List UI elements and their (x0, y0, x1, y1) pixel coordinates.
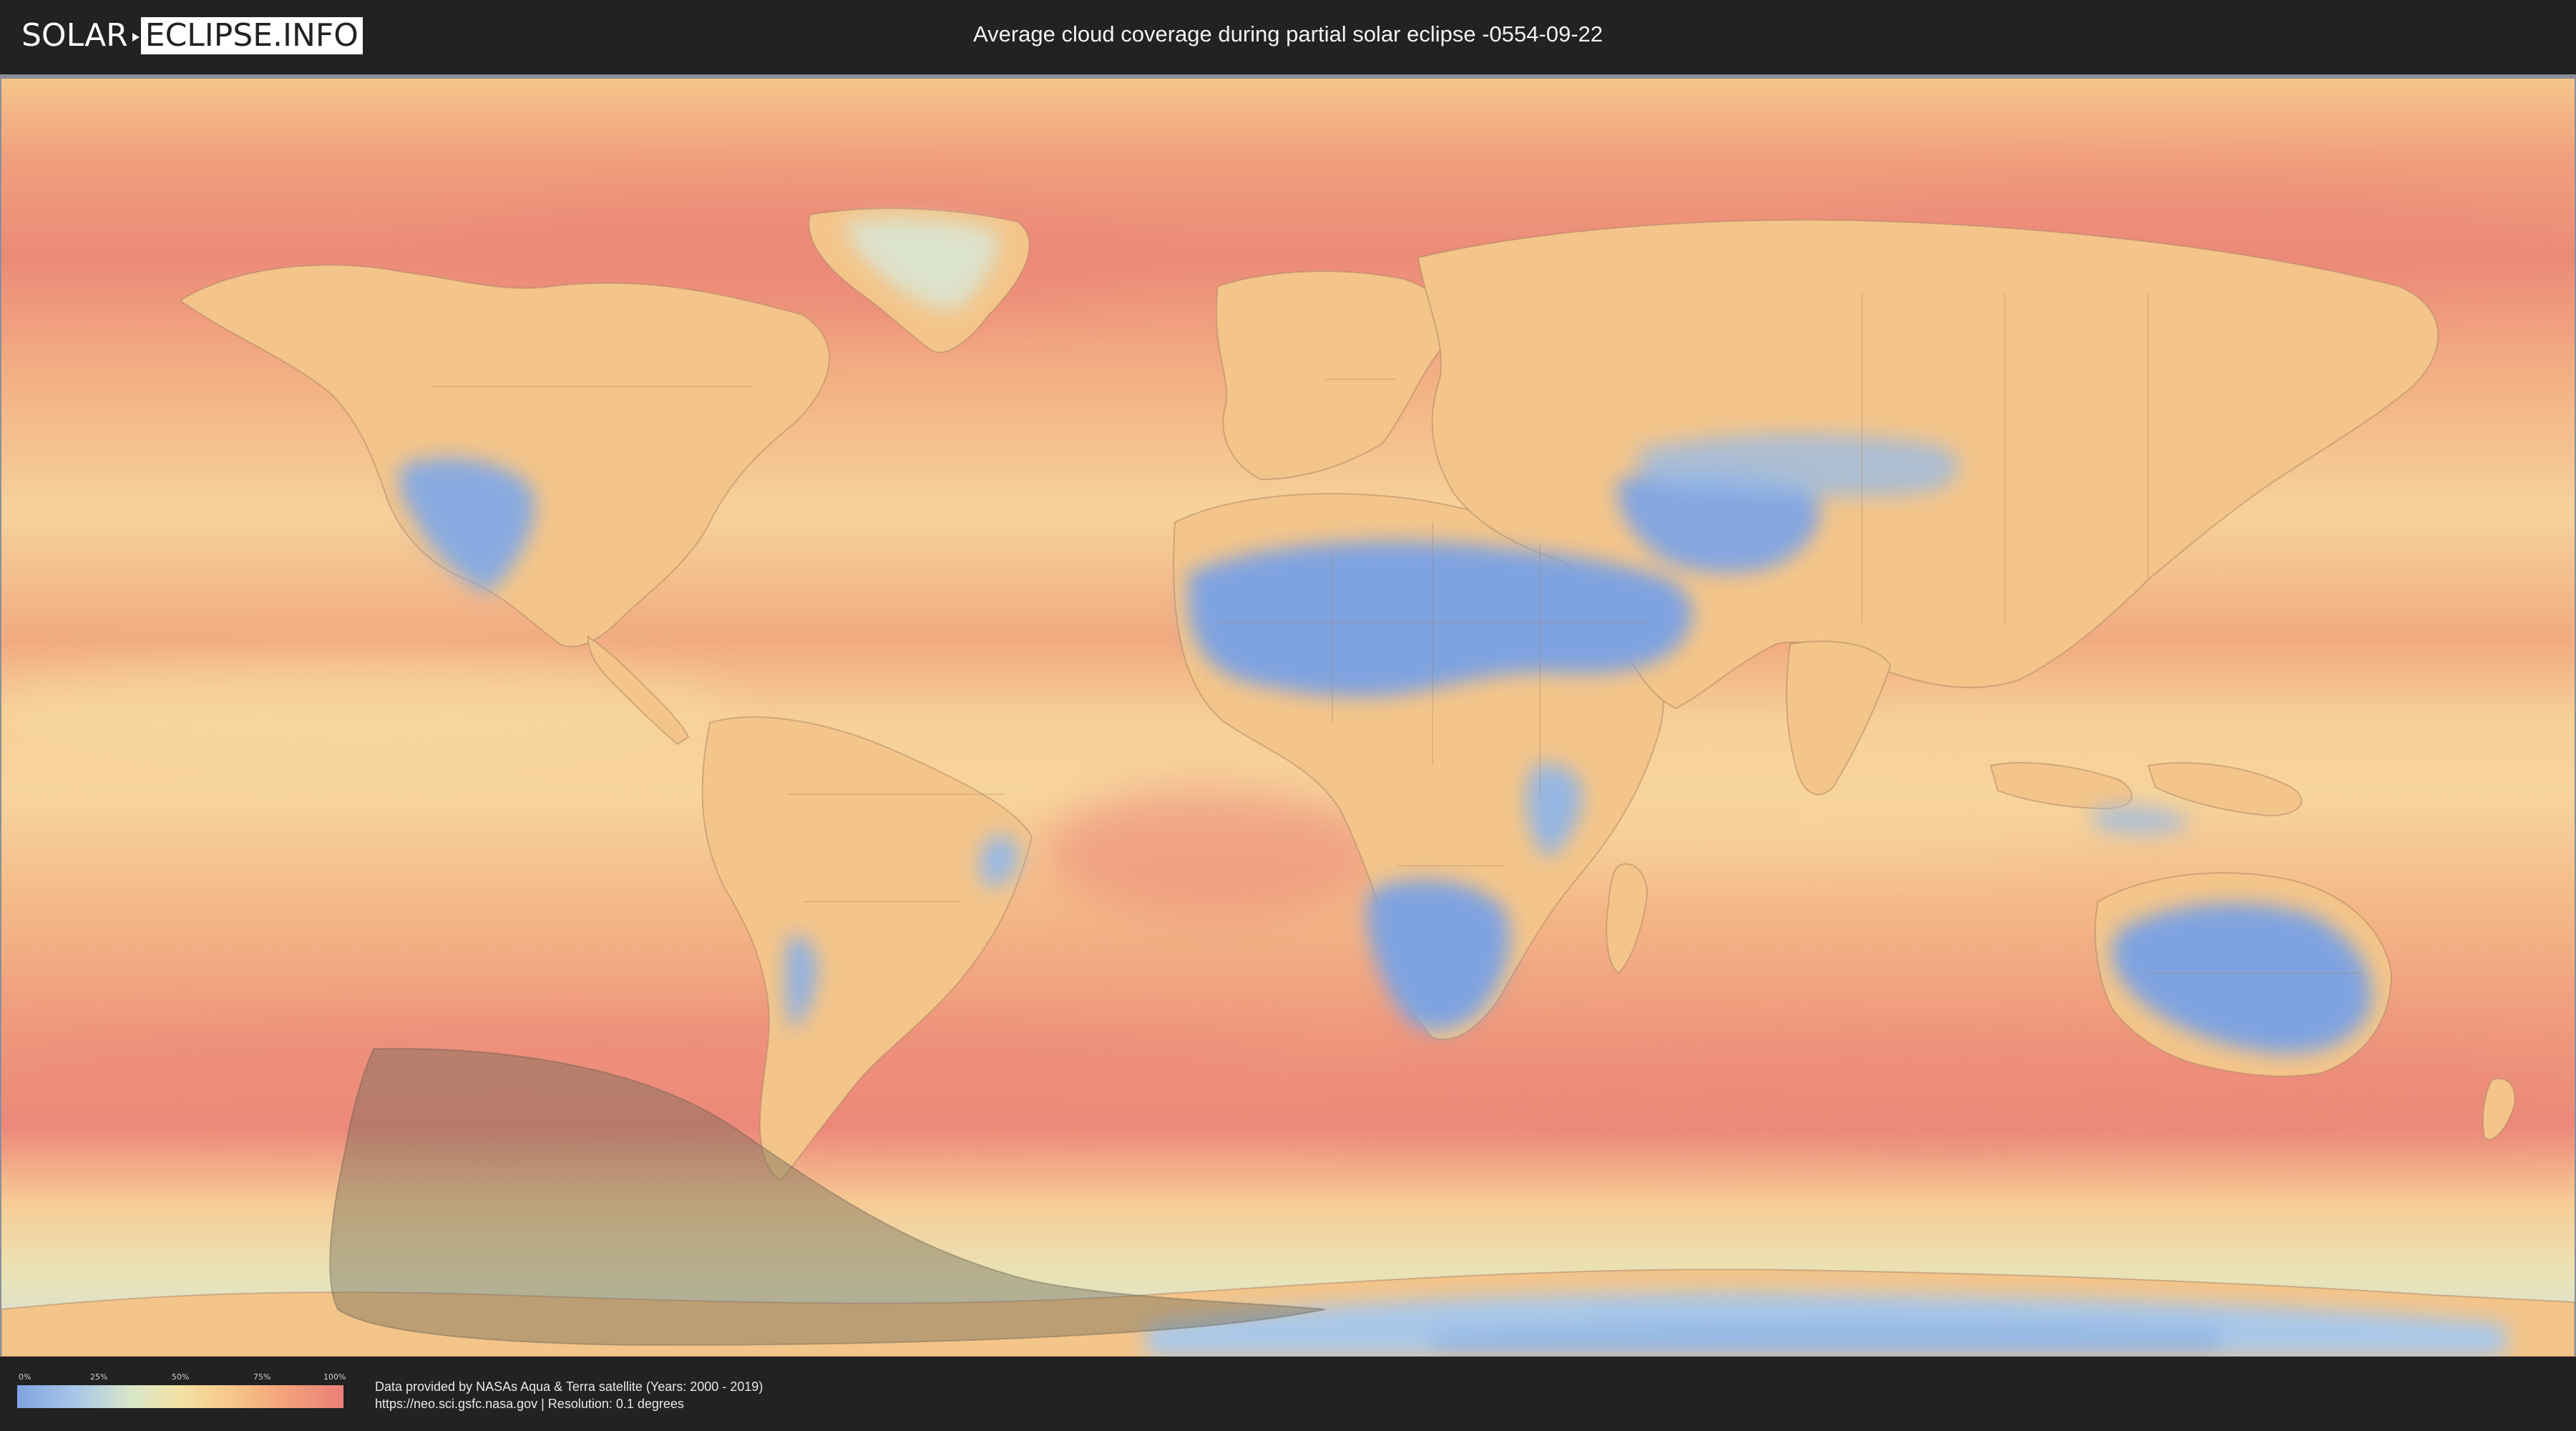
page: SOLAR ECLIPSE.INFO Average cloud coverag… (0, 0, 2576, 1431)
header-bar: SOLAR ECLIPSE.INFO Average cloud coverag… (0, 0, 2576, 72)
map-frame (0, 74, 2576, 1357)
cloud-coverage-legend: 0% 25% 50% 75% 100% (17, 1372, 346, 1410)
credit-line-source: Data provided by NASAs Aqua & Terra sate… (375, 1379, 763, 1394)
credit-line-url: https://neo.sci.gsfc.nasa.gov | Resoluti… (375, 1397, 684, 1411)
data-credits: Data provided by NASAs Aqua & Terra sate… (375, 1378, 763, 1412)
legend-tick-75: 75% (253, 1372, 271, 1382)
legend-color-bar (17, 1385, 343, 1408)
legend-tick-50: 50% (172, 1372, 190, 1382)
legend-ticks: 0% 25% 50% 75% 100% (17, 1372, 346, 1384)
cloud-map-svg (1, 79, 2575, 1357)
footer-bar: 0% 25% 50% 75% 100% Data provided by NAS… (0, 1357, 2576, 1431)
cloud-coverage-map[interactable] (1, 79, 2575, 1357)
legend-tick-100: 100% (323, 1372, 346, 1382)
legend-tick-25: 25% (90, 1372, 108, 1382)
legend-tick-0: 0% (19, 1372, 31, 1382)
page-title: Average cloud coverage during partial so… (972, 21, 1604, 47)
